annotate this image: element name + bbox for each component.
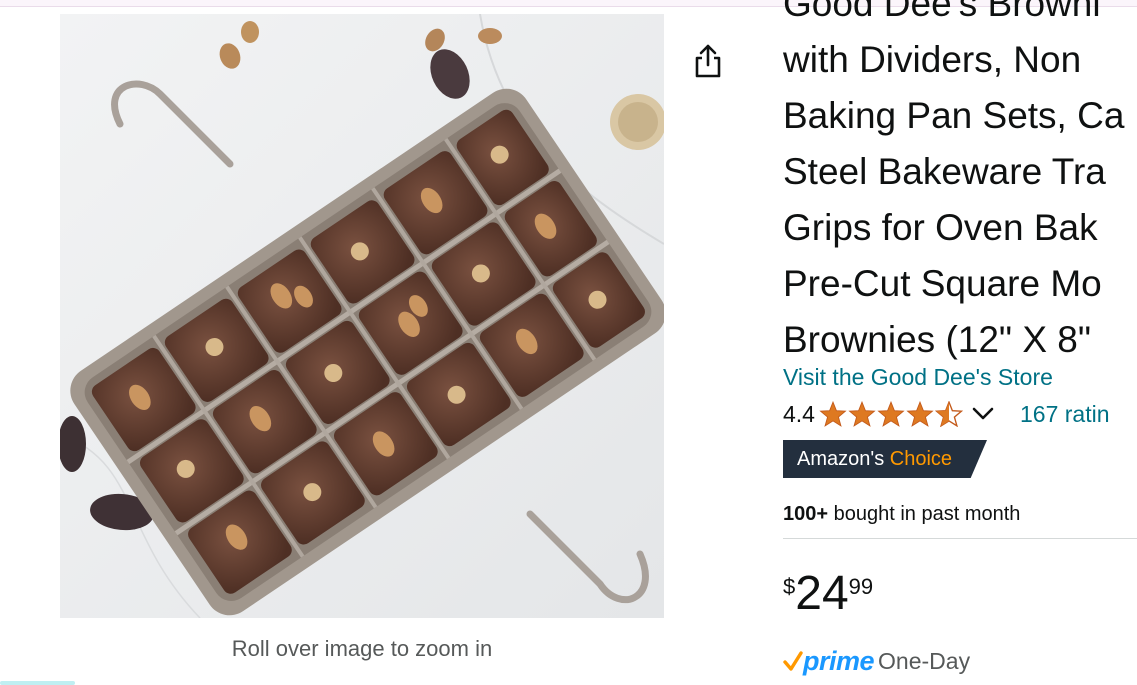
product-title: Good Dee's Browni with Dividers, Non Bak… <box>783 0 1137 368</box>
star-full-icon <box>848 401 876 427</box>
bought-text: bought in past month <box>833 503 1021 525</box>
brownie-pan-illustration <box>60 14 664 618</box>
price: $ 24 99 <box>783 566 873 622</box>
prime-one-day: One-Day <box>878 648 971 674</box>
rating-row: 4.4 167 ratin <box>783 398 1110 430</box>
star-full-icon <box>906 401 934 427</box>
title-line: Brownies (12" X 8" <box>783 319 1092 360</box>
badge-choice: Choice <box>889 447 953 470</box>
prime-logo: prime <box>803 646 875 676</box>
star-rating[interactable] <box>819 401 964 427</box>
star-half-icon <box>934 401 963 427</box>
star-full-icon <box>877 401 905 427</box>
amazons-choice-badge[interactable]: Amazon's Choice <box>783 440 987 478</box>
title-line: Good Dee's Browni <box>783 0 1101 24</box>
bought-in-past-month: 100+ bought in past month <box>783 503 1020 526</box>
price-fraction: 99 <box>848 574 874 599</box>
rating-value: 4.4 <box>783 400 815 427</box>
title-line: Baking Pan Sets, Ca <box>783 95 1125 136</box>
rating-dropdown-button[interactable] <box>972 407 994 421</box>
star-full-icon <box>819 401 847 427</box>
prime-delivery[interactable]: prime One-Day <box>783 646 970 677</box>
store-link[interactable]: Visit the Good Dee's Store <box>783 364 1053 391</box>
price-symbol: $ <box>783 574 796 599</box>
badge-brand: Amazon's <box>797 447 885 470</box>
share-icon <box>695 44 721 78</box>
bottom-accent-bar <box>0 681 75 685</box>
price-whole: 24 <box>795 567 849 620</box>
product-image[interactable] <box>60 14 664 618</box>
zoom-hint: Roll over image to zoom in <box>231 636 493 661</box>
prime-check-icon <box>783 650 803 671</box>
title-line: Grips for Oven Bak <box>783 207 1098 248</box>
divider <box>783 538 1137 539</box>
ratings-count-link[interactable]: 167 ratin <box>1020 401 1110 428</box>
title-line: Steel Bakeware Tra <box>783 151 1106 192</box>
title-line: Pre-Cut Square Mo <box>783 263 1102 304</box>
bought-count: 100+ <box>783 503 829 525</box>
title-line: with Dividers, Non <box>783 39 1082 80</box>
share-button[interactable] <box>688 40 728 82</box>
chevron-down-icon <box>972 407 994 420</box>
